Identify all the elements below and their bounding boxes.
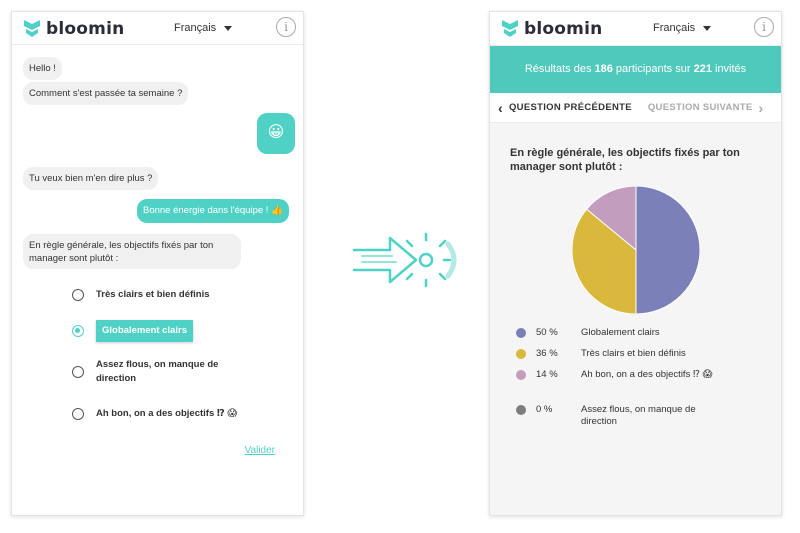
info-icon[interactable]: i bbox=[754, 17, 774, 37]
language-value: Français bbox=[174, 22, 217, 34]
logo: bloomin bbox=[22, 18, 124, 40]
legend-percent: 0 % bbox=[536, 404, 553, 415]
banner-text: participants sur bbox=[612, 63, 694, 75]
legend-label: Assez flous, on manque de direction bbox=[581, 404, 696, 427]
question-text: En règle générale, les objectifs fixés p… bbox=[510, 147, 740, 173]
option-label: Globalement clairs bbox=[96, 320, 194, 342]
next-question-button[interactable]: QUESTION SUIVANTE › bbox=[648, 100, 764, 116]
option-tres-clairs[interactable]: Très clairs et bien définis bbox=[72, 288, 210, 302]
chevron-down-icon bbox=[703, 25, 712, 31]
radio-button[interactable] bbox=[72, 366, 84, 378]
radio-button-selected[interactable] bbox=[72, 325, 84, 337]
option-globalement-clairs[interactable]: Globalement clairs bbox=[72, 320, 194, 342]
legend-percent: 14 % bbox=[536, 369, 558, 380]
transition-arrow-icon bbox=[352, 232, 457, 288]
option-label: Très clairs et bien définis bbox=[96, 289, 210, 300]
option-ah-bon[interactable]: Ah bon, on a des objectifs ⁉ 😱 bbox=[72, 407, 237, 421]
results-screen: bloomin Français i Résultats des 186 par… bbox=[489, 11, 782, 516]
bloomin-logo-icon bbox=[502, 20, 518, 37]
bloomin-logo-icon bbox=[24, 20, 40, 37]
legend-item: 36 % Très clairs et bien définis bbox=[516, 348, 716, 360]
chat-message-bot: Comment s'est passée ta semaine ? bbox=[23, 82, 189, 105]
previous-question-button[interactable]: ‹ QUESTION PRÉCÉDENTE bbox=[498, 100, 632, 116]
chat-message-bot: Hello ! bbox=[23, 57, 62, 80]
invited-count: 221 bbox=[693, 63, 712, 75]
chat-message-question: En règle générale, les objectifs fixés p… bbox=[23, 234, 241, 269]
chevron-down-icon bbox=[224, 25, 233, 31]
legend-item: 50 % Globalement clairs bbox=[516, 327, 716, 339]
legend-label: Ah bon, on a des objectifs ⁉ 😱 bbox=[581, 369, 713, 380]
legend-item: 0 % Assez flous, on manque de direction bbox=[516, 404, 716, 428]
info-icon[interactable]: i bbox=[276, 17, 296, 37]
banner-text: invités bbox=[711, 63, 747, 75]
banner-text: Résultats des bbox=[524, 63, 595, 75]
option-assez-flous[interactable]: Assez flous, on manque de direction bbox=[72, 358, 237, 386]
top-bar: bloomin Français i bbox=[490, 12, 781, 46]
legend-swatch bbox=[516, 349, 526, 359]
radio-button[interactable] bbox=[72, 408, 84, 420]
chevron-right-icon: › bbox=[758, 99, 764, 116]
chat-message-user-emoji: 😀 bbox=[257, 113, 295, 154]
language-select[interactable]: Français bbox=[653, 22, 712, 34]
results-banner: Résultats des 186 participants sur 221 i… bbox=[490, 46, 781, 93]
option-label: Assez flous, on manque de direction bbox=[96, 359, 219, 384]
legend-item: 14 % Ah bon, on a des objectifs ⁉ 😱 bbox=[516, 369, 716, 381]
next-question-label: QUESTION SUIVANTE bbox=[647, 102, 753, 113]
logo: bloomin bbox=[500, 18, 602, 40]
language-value: Français bbox=[653, 22, 696, 34]
legend-swatch bbox=[516, 328, 526, 338]
question-navigation: ‹ QUESTION PRÉCÉDENTE QUESTION SUIVANTE … bbox=[490, 93, 781, 123]
chat-screen: bloomin Français i Hello ! Comment s'est… bbox=[11, 11, 304, 516]
participants-count: 186 bbox=[594, 63, 613, 75]
language-select[interactable]: Français bbox=[174, 22, 233, 34]
legend-swatch bbox=[516, 405, 526, 415]
legend-percent: 36 % bbox=[536, 348, 558, 359]
app-name: bloomin bbox=[524, 19, 603, 39]
legend-label: Très clairs et bien définis bbox=[581, 348, 686, 359]
option-label: Ah bon, on a des objectifs ⁉ 😱 bbox=[96, 408, 238, 419]
chat-message-user: Bonne énergie dans l'équipe ! 👍 bbox=[137, 199, 289, 223]
chevron-left-icon: ‹ bbox=[498, 99, 503, 116]
previous-question-label: QUESTION PRÉCÉDENTE bbox=[508, 102, 632, 113]
legend-label: Globalement clairs bbox=[581, 327, 660, 338]
pie-slice bbox=[635, 186, 700, 314]
top-bar: bloomin Français i bbox=[12, 12, 303, 45]
app-name: bloomin bbox=[46, 19, 125, 39]
radio-button[interactable] bbox=[72, 289, 84, 301]
legend-swatch bbox=[516, 370, 526, 380]
chat-message-bot: Tu veux bien m'en dire plus ? bbox=[23, 167, 159, 190]
submit-link[interactable]: Valider bbox=[245, 445, 275, 456]
pie-chart bbox=[572, 186, 700, 314]
legend-percent: 50 % bbox=[536, 327, 558, 338]
